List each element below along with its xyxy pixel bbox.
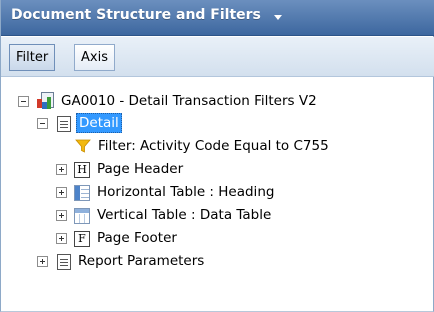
page-footer-icon: F	[74, 230, 90, 247]
tab-filter[interactable]: Filter	[9, 44, 56, 71]
document-structure-panel: Document Structure and Filters Filter Ax…	[0, 0, 434, 312]
page-header-icon: H	[74, 161, 90, 178]
tree-node-label: GA0010 - Detail Transaction Filters V2	[61, 93, 317, 109]
tree-node-label: Page Header	[97, 161, 184, 177]
expand-toggle-icon[interactable]	[37, 255, 48, 267]
tree-node-vertical-table[interactable]: Vertical Table : Data Table	[56, 204, 273, 226]
tree-node-page-footer[interactable]: F Page Footer	[56, 227, 179, 249]
panel-header[interactable]: Document Structure and Filters	[1, 0, 434, 36]
tree-node-page-header[interactable]: H Page Header	[56, 158, 185, 180]
expand-toggle-icon[interactable]	[56, 209, 67, 221]
document-icon	[57, 115, 71, 132]
structure-tree: GA0010 - Detail Transaction Filters V2 D…	[1, 78, 434, 312]
tree-node-filter[interactable]: Filter: Activity Code Equal to C755	[75, 135, 331, 157]
tree-node-label: Horizontal Table : Heading	[97, 184, 275, 200]
chevron-down-icon[interactable]	[274, 15, 282, 20]
tab-bar: Filter Axis	[1, 37, 434, 77]
collapse-toggle-icon[interactable]	[18, 95, 29, 107]
collapse-toggle-icon[interactable]	[37, 117, 48, 129]
tree-node-label: Filter: Activity Code Equal to C755	[98, 138, 329, 154]
tree-node-label: Vertical Table : Data Table	[97, 207, 272, 223]
expand-toggle-icon[interactable]	[56, 186, 67, 198]
tree-node-horizontal-table[interactable]: Horizontal Table : Heading	[56, 181, 276, 203]
filter-icon	[75, 138, 91, 154]
expand-toggle-icon[interactable]	[56, 163, 67, 175]
tree-node-label: Page Footer	[97, 230, 177, 246]
vertical-table-icon	[74, 207, 90, 224]
report-icon	[36, 92, 54, 110]
tree-node-label: Report Parameters	[78, 253, 205, 269]
document-icon	[57, 253, 71, 270]
tab-axis[interactable]: Axis	[74, 44, 115, 71]
tree-node-label: Detail	[76, 113, 122, 133]
tree-node-report-parameters[interactable]: Report Parameters	[37, 250, 206, 272]
panel-title: Document Structure and Filters	[11, 7, 261, 23]
expand-toggle-icon[interactable]	[56, 232, 67, 244]
horizontal-table-icon	[74, 184, 90, 201]
tree-node-detail[interactable]: Detail	[37, 112, 122, 134]
tree-node-root[interactable]: GA0010 - Detail Transaction Filters V2	[18, 90, 319, 112]
